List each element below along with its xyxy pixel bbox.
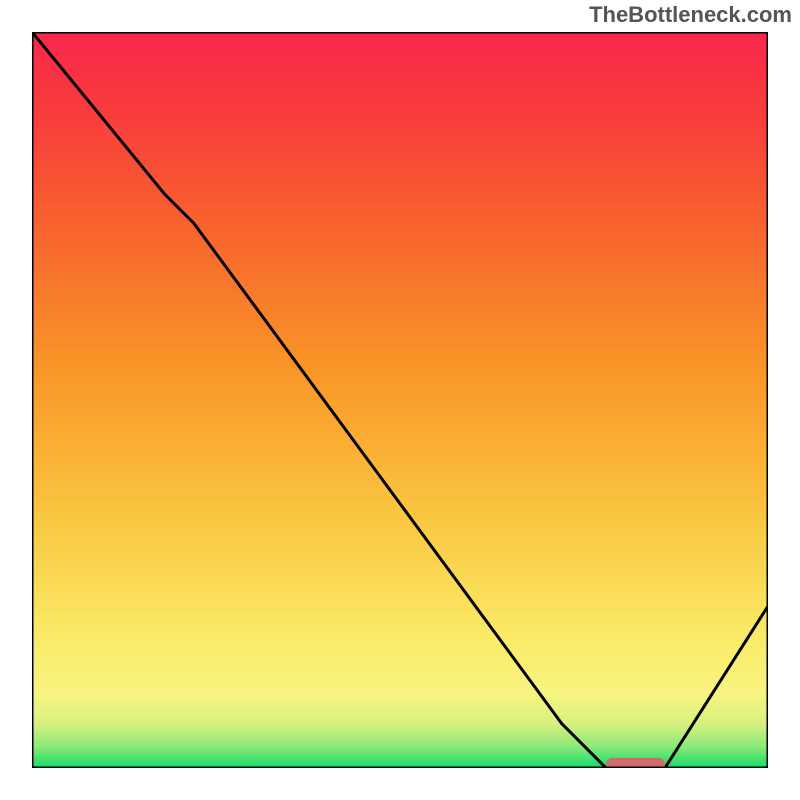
optimal-marker — [606, 758, 665, 768]
chart-container: TheBottleneck.com — [0, 0, 800, 800]
gradient-background — [32, 32, 768, 768]
watermark-text: TheBottleneck.com — [589, 2, 792, 28]
chart-svg — [32, 32, 768, 768]
plot-area — [32, 32, 768, 768]
